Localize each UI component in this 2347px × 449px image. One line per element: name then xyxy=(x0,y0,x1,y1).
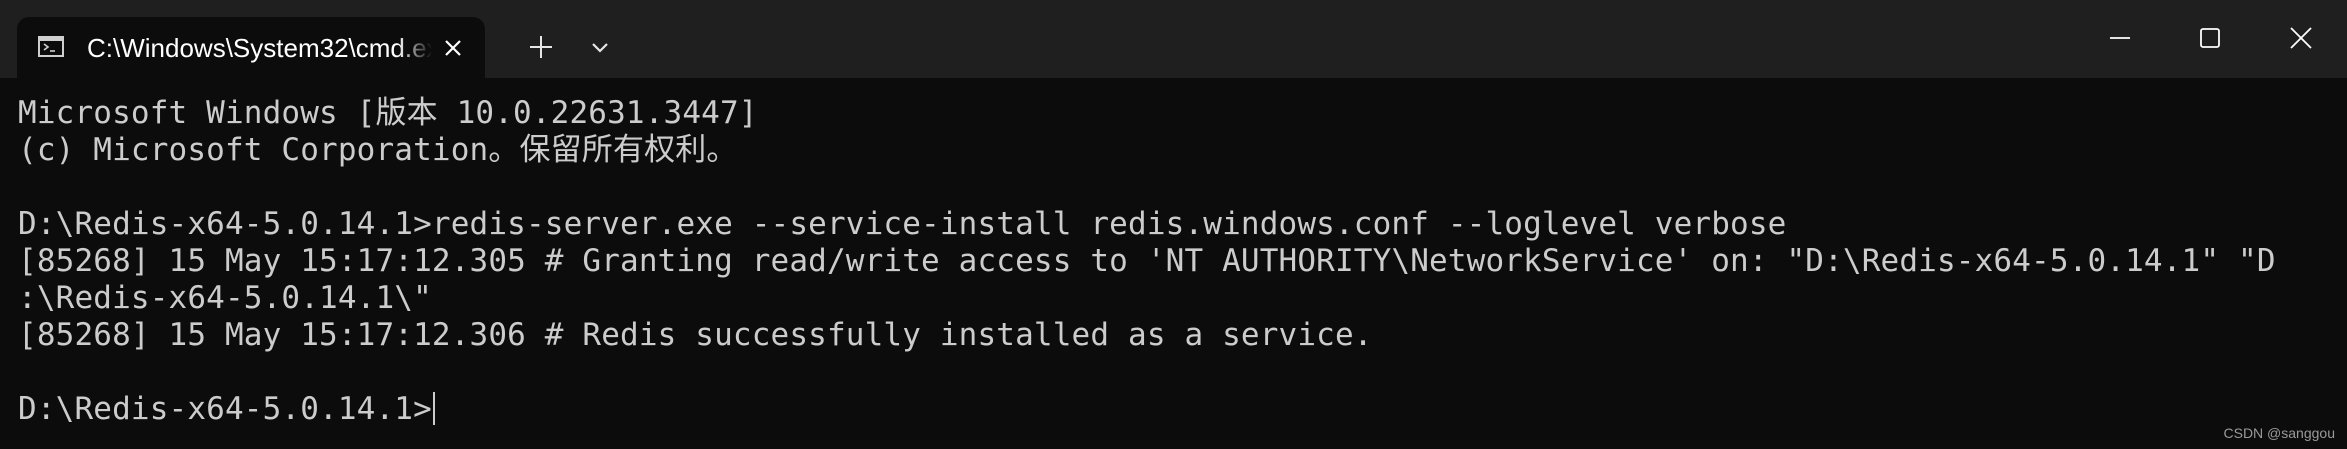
maximize-icon xyxy=(2200,28,2220,48)
output-line: :\Redis-x64-5.0.14.1\" xyxy=(18,280,432,316)
close-window-button[interactable] xyxy=(2271,14,2331,62)
title-bar[interactable]: C:\Windows\System32\cmd.exe xyxy=(0,0,2347,78)
close-icon xyxy=(445,40,461,56)
output-line: (c) Microsoft Corporation。保留所有权利。 xyxy=(18,132,738,168)
prompt-line[interactable]: D:\Redis-x64-5.0.14.1> xyxy=(18,391,435,428)
minimize-button[interactable] xyxy=(2090,14,2150,62)
minimize-icon xyxy=(2110,37,2130,39)
terminal-window: C:\Windows\System32\cmd.exe Microsoft Wi… xyxy=(0,0,2347,449)
chevron-down-icon xyxy=(592,43,608,53)
output-line: [85268] 15 May 15:17:12.305 # Granting r… xyxy=(18,243,2276,279)
command-line: D:\Redis-x64-5.0.14.1>redis-server.exe -… xyxy=(18,206,1787,242)
tab-dropdown-button[interactable] xyxy=(582,27,618,67)
tab-cmd[interactable]: C:\Windows\System32\cmd.exe xyxy=(17,17,485,78)
text-cursor xyxy=(432,392,435,425)
new-tab-button[interactable] xyxy=(521,27,561,67)
maximize-button[interactable] xyxy=(2180,14,2240,62)
plus-icon xyxy=(530,36,552,58)
close-icon xyxy=(2290,27,2312,49)
output-line: [85268] 15 May 15:17:12.306 # Redis succ… xyxy=(18,317,1373,353)
output-line: Microsoft Windows [版本 10.0.22631.3447] xyxy=(18,95,758,131)
close-tab-button[interactable] xyxy=(437,32,469,64)
tab-title: C:\Windows\System32\cmd.exe xyxy=(87,33,432,63)
watermark: CSDN @sanggou xyxy=(2223,425,2336,441)
prompt-text: D:\Redis-x64-5.0.14.1> xyxy=(18,391,432,427)
terminal-output[interactable]: Microsoft Windows [版本 10.0.22631.3447] (… xyxy=(0,78,2347,449)
cmd-icon xyxy=(38,36,64,57)
